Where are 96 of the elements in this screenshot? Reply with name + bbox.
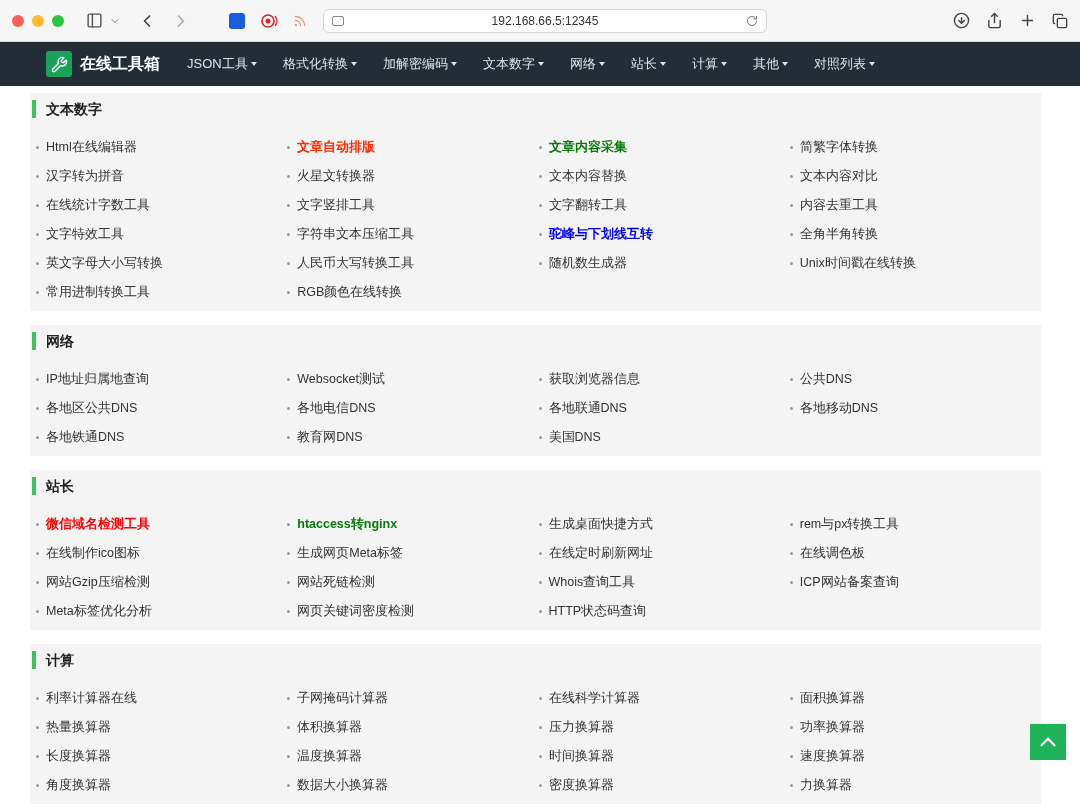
nav-menu[interactable]: 其他	[739, 42, 801, 86]
sidebar-icon[interactable]	[86, 12, 103, 29]
tool-link[interactable]: 全角半角转换	[789, 225, 878, 244]
tool-link[interactable]: 驼峰与下划线互转	[538, 225, 653, 244]
tool-link[interactable]: 常用进制转换工具	[36, 283, 150, 302]
tabs-icon[interactable]	[1052, 12, 1068, 29]
section-marker	[32, 332, 36, 350]
nav-menu[interactable]: 网络	[556, 42, 618, 86]
back-to-top-button[interactable]	[1030, 724, 1066, 760]
nav-menu[interactable]: 计算	[678, 42, 740, 86]
section-title: 站长	[46, 477, 74, 495]
tool-link[interactable]: 各地区公共DNS	[36, 399, 138, 418]
tool-link[interactable]: 火星文转换器	[287, 167, 376, 186]
tool-link[interactable]: rem与px转换工具	[789, 515, 900, 534]
tool-link[interactable]: 在线统计字数工具	[36, 196, 150, 215]
tool-link[interactable]: 力换算器	[789, 776, 852, 795]
tool-link[interactable]: IP地址归属地查询	[36, 370, 149, 389]
section-title: 网络	[46, 332, 74, 350]
address-field[interactable]: 192.168.66.5:12345	[323, 8, 767, 33]
rss-icon[interactable]	[293, 13, 307, 28]
tool-link[interactable]: 密度换算器	[538, 776, 614, 795]
tool-link[interactable]: 各地铁通DNS	[36, 428, 125, 447]
nav-menu[interactable]: JSON工具	[174, 42, 270, 86]
shield-icon[interactable]	[229, 12, 245, 29]
brand-name[interactable]: 在线工具箱	[80, 52, 160, 76]
tool-link[interactable]: 体积换算器	[287, 718, 363, 737]
tool-link[interactable]: 子网掩码计算器	[287, 689, 389, 708]
tool-link[interactable]: 网页关键词密度检测	[287, 602, 415, 621]
tool-link[interactable]: 在线调色板	[789, 544, 865, 563]
tool-link[interactable]: 利率计算器在线	[36, 689, 137, 708]
tool-link[interactable]: 数据大小换算器	[287, 776, 389, 795]
tool-link[interactable]: 生成网页Meta标签	[287, 544, 404, 563]
share-icon[interactable]	[986, 12, 1003, 29]
tool-link[interactable]: 功率换算器	[789, 718, 865, 737]
tool-link[interactable]: 角度换算器	[36, 776, 111, 795]
tool-link[interactable]: 温度换算器	[287, 747, 363, 766]
download-icon[interactable]	[953, 12, 970, 29]
tool-link[interactable]: Meta标签优化分析	[36, 602, 152, 621]
tool-link[interactable]: 生成桌面快捷方式	[538, 515, 653, 534]
tool-link[interactable]: 网站死链检测	[287, 573, 376, 592]
section-marker	[32, 100, 36, 118]
tool-link[interactable]: HTTP状态码查询	[538, 602, 647, 621]
tool-link[interactable]: 文本内容对比	[789, 167, 878, 186]
tool-link[interactable]: 各地电信DNS	[287, 399, 376, 418]
section-title: 文本数字	[46, 100, 102, 118]
new-tab-icon[interactable]	[1019, 12, 1036, 29]
tool-link[interactable]: 在线科学计算器	[538, 689, 640, 708]
tool-link[interactable]: 速度换算器	[789, 747, 865, 766]
address-text: 192.168.66.5:12345	[490, 12, 600, 30]
tool-link[interactable]: 热量换算器	[36, 718, 111, 737]
tool-link[interactable]: Whois查询工具	[538, 573, 636, 592]
logo-icon	[46, 51, 72, 77]
nav-menu[interactable]: 文本数字	[469, 42, 557, 86]
tool-link[interactable]: 教育网DNS	[287, 428, 363, 447]
tool-link[interactable]: RGB颜色在线转换	[287, 283, 403, 302]
tool-link[interactable]: 面积换算器	[789, 689, 865, 708]
tool-link[interactable]: 文本内容替换	[538, 167, 627, 186]
tool-link[interactable]: 长度换算器	[36, 747, 111, 766]
section-title: 计算	[46, 651, 74, 669]
tool-link[interactable]: 内容去重工具	[789, 196, 878, 215]
section-marker	[32, 651, 36, 669]
tool-link[interactable]: 时间换算器	[538, 747, 614, 766]
tool-link[interactable]: 随机数生成器	[538, 254, 627, 273]
reload-icon[interactable]	[746, 14, 758, 27]
section-marker	[32, 477, 36, 495]
tool-link[interactable]: Unix时间戳在线转换	[789, 254, 916, 273]
tool-link[interactable]: Websocket测试	[287, 370, 385, 389]
tool-link[interactable]: 各地移动DNS	[789, 399, 879, 418]
tool-link[interactable]: 英文字母大小写转换	[36, 254, 163, 273]
tool-link[interactable]: 公共DNS	[789, 370, 853, 389]
tool-link[interactable]: 各地联通DNS	[538, 399, 627, 418]
nav-menu[interactable]: 加解密编码	[369, 42, 470, 86]
nav-menu[interactable]: 站长	[617, 42, 679, 86]
tool-link[interactable]: 人民币大写转换工具	[287, 254, 415, 273]
close-window-button[interactable]	[12, 14, 24, 27]
tool-link[interactable]: 文字翻转工具	[538, 196, 627, 215]
tool-link[interactable]: 网站Gzip压缩检测	[36, 573, 150, 592]
tool-link[interactable]: 在线定时刷新网址	[538, 544, 653, 563]
tool-link[interactable]: htaccess转nginx	[287, 515, 398, 534]
target-icon[interactable]	[261, 12, 279, 29]
tool-link[interactable]: Html在线编辑器	[36, 138, 137, 157]
tool-link[interactable]: ICP网站备案查询	[789, 573, 899, 592]
nav-menu[interactable]: 对照列表	[800, 42, 888, 86]
tool-link[interactable]: 微信域名检测工具	[36, 515, 150, 534]
tool-link[interactable]: 在线制作ico图标	[36, 544, 140, 563]
tool-link[interactable]: 文字竖排工具	[287, 196, 376, 215]
tool-link[interactable]: 美国DNS	[538, 428, 601, 447]
tool-link[interactable]: 汉字转为拼音	[36, 167, 124, 186]
tool-link[interactable]: 文章内容采集	[538, 138, 627, 157]
tool-link[interactable]: 文字特效工具	[36, 225, 124, 244]
page-icon	[332, 15, 344, 26]
tool-link[interactable]: 压力换算器	[538, 718, 614, 737]
tool-link[interactable]: 获取浏览器信息	[538, 370, 640, 389]
nav-menu[interactable]: 格式化转换	[269, 42, 370, 86]
tool-link[interactable]: 简繁字体转换	[789, 138, 878, 157]
tool-link[interactable]: 字符串文本压缩工具	[287, 225, 415, 244]
